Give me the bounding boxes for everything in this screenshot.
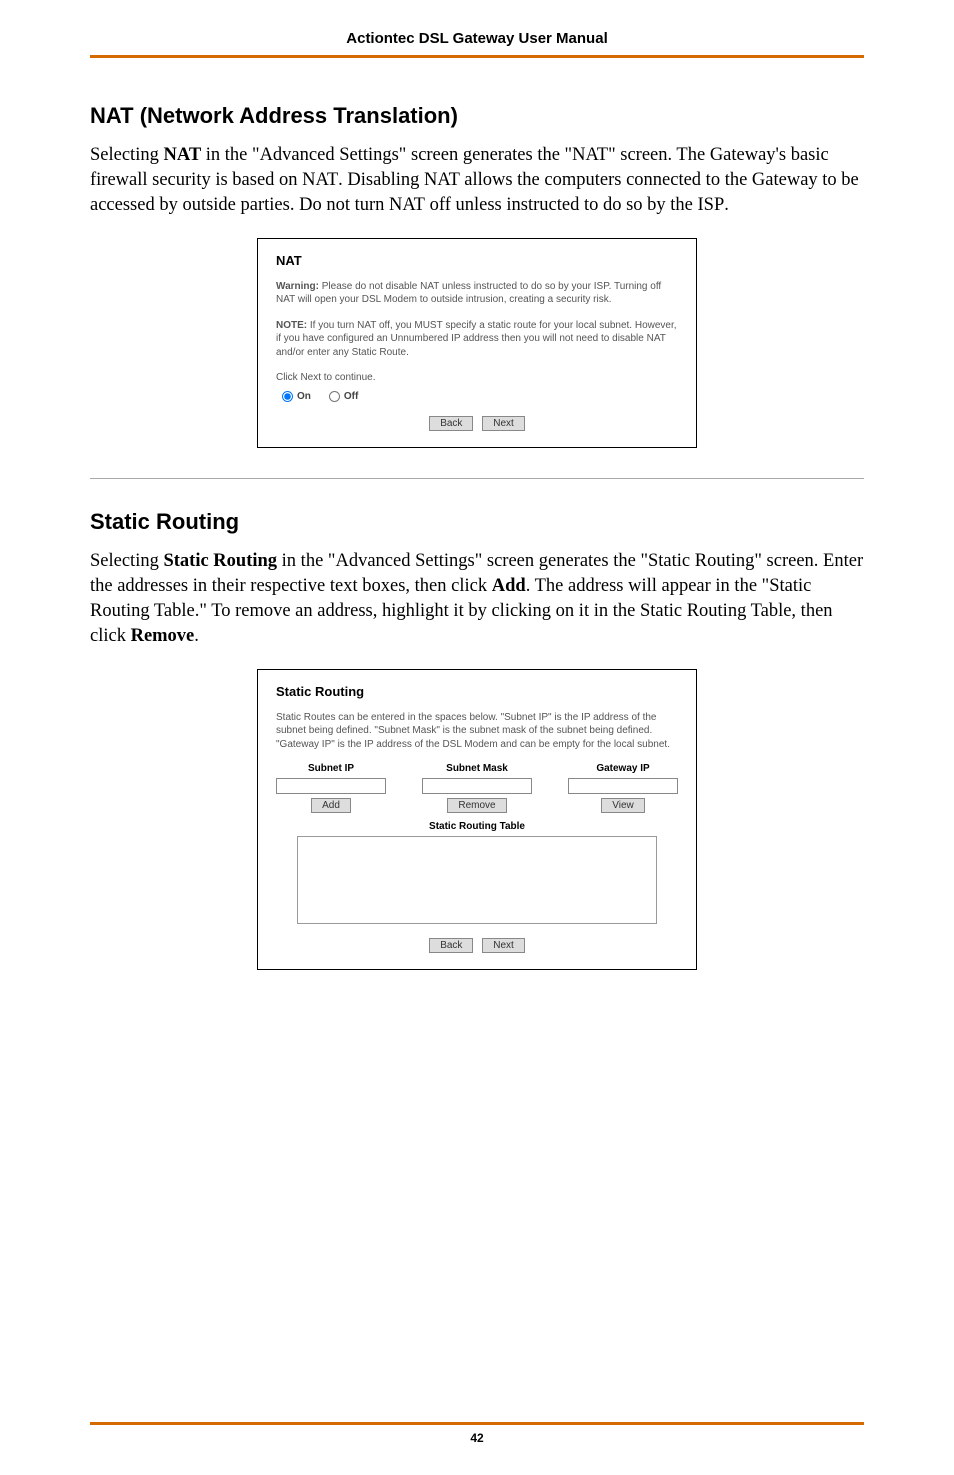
next-button[interactable]: Next xyxy=(482,938,525,953)
warning-label: Warning: xyxy=(276,281,319,292)
next-button[interactable]: Next xyxy=(482,416,525,431)
nat-continue-text: Click Next to continue. xyxy=(276,371,678,385)
nat-dialog: NAT Warning: Please do not disable NAT u… xyxy=(257,238,697,448)
text-bold: Remove xyxy=(131,626,195,646)
nat-button-row: Back Next xyxy=(276,416,678,431)
text: . xyxy=(724,195,729,215)
subnet-ip-input[interactable] xyxy=(276,778,386,794)
sr-button-row: Back Next xyxy=(276,938,678,953)
note-text: If you turn NAT off, you MUST specify a … xyxy=(276,320,677,358)
subnet-mask-input[interactable] xyxy=(422,778,532,794)
text-sc: NAT xyxy=(389,195,425,215)
subnet-mask-label: Subnet Mask xyxy=(446,763,508,774)
back-button[interactable]: Back xyxy=(429,938,473,953)
remove-button[interactable]: Remove xyxy=(447,798,506,813)
add-button[interactable]: Add xyxy=(311,798,351,813)
nat-dialog-title: NAT xyxy=(276,253,678,268)
text: . xyxy=(194,626,199,646)
sr-intro: Static Routes can be entered in the spac… xyxy=(276,711,678,752)
text-sc: ISP xyxy=(698,195,725,215)
text-sc: NAT xyxy=(572,145,608,165)
text-bold: NAT xyxy=(163,145,201,165)
note-label: NOTE: xyxy=(276,320,307,331)
radio-off[interactable] xyxy=(329,391,340,402)
sr-col-gateway-ip: Gateway IP View xyxy=(568,763,678,813)
sr-col-subnet-ip: Subnet IP Add xyxy=(276,763,386,813)
text-bold: Add xyxy=(492,576,526,596)
nat-note: NOTE: If you turn NAT off, you MUST spec… xyxy=(276,319,678,360)
back-button[interactable]: Back xyxy=(429,416,473,431)
static-routing-heading: Static Routing xyxy=(90,509,864,535)
footer: 42 xyxy=(90,1422,864,1445)
gateway-ip-label: Gateway IP xyxy=(596,763,649,774)
sr-col-subnet-mask: Subnet Mask Remove xyxy=(422,763,532,813)
nat-paragraph: Selecting NAT in the "Advanced Settings"… xyxy=(90,143,864,218)
sr-table-heading: Static Routing Table xyxy=(276,821,678,832)
text: Selecting xyxy=(90,145,163,165)
static-routing-table[interactable] xyxy=(297,836,657,924)
text: off unless instructed to do so by the xyxy=(425,195,698,215)
nat-on-radio[interactable]: On xyxy=(282,391,311,402)
nat-radio-row: On Off xyxy=(282,391,678,402)
section-divider xyxy=(90,478,864,479)
nat-warning: Warning: Please do not disable NAT unles… xyxy=(276,280,678,307)
radio-on[interactable] xyxy=(282,391,293,402)
static-routing-paragraph: Selecting Static Routing in the "Advance… xyxy=(90,549,864,649)
subnet-ip-label: Subnet IP xyxy=(308,763,354,774)
text: in the "Advanced Settings" screen genera… xyxy=(201,145,572,165)
text: Selecting xyxy=(90,551,163,571)
off-label: Off xyxy=(344,391,358,402)
on-label: On xyxy=(297,391,311,402)
gateway-ip-input[interactable] xyxy=(568,778,678,794)
warning-text: Please do not disable NAT unless instruc… xyxy=(276,281,661,306)
header-rule xyxy=(90,55,864,58)
page-number: 42 xyxy=(90,1431,864,1445)
sr-dialog-title: Static Routing xyxy=(276,684,678,699)
sr-columns: Subnet IP Add Subnet Mask Remove Gateway… xyxy=(276,763,678,813)
text-bold: Static Routing xyxy=(163,551,277,571)
manual-header: Actiontec DSL Gateway User Manual xyxy=(90,30,864,55)
view-button[interactable]: View xyxy=(601,798,645,813)
text-sc: NAT xyxy=(302,170,338,190)
nat-heading: NAT (Network Address Translation) xyxy=(90,103,864,129)
footer-rule xyxy=(90,1422,864,1425)
static-routing-dialog: Static Routing Static Routes can be ente… xyxy=(257,669,697,971)
nat-off-radio[interactable]: Off xyxy=(329,391,358,402)
